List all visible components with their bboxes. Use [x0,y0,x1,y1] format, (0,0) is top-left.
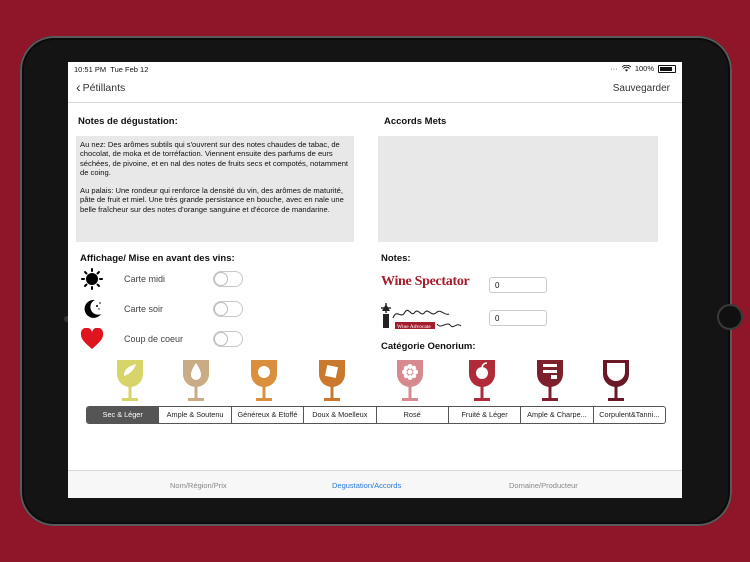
segment-4[interactable]: Rosé [377,407,449,423]
glass-doux-moelleux-icon[interactable] [316,358,348,402]
signal-dots-icon: ··· [610,64,618,73]
glass-ample-charpente-icon[interactable] [534,358,566,402]
svg-text:Wine Advocate: Wine Advocate [397,324,431,330]
display-title: Affichage/ Mise en avant des vins: [80,253,235,264]
navigation-bar: ‹ Pétillants Sauvegarder [68,76,682,103]
carte-midi-toggle[interactable] [213,271,243,287]
toggle-row-carte-midi: Carte midi [80,268,250,290]
notes-title: Notes: [381,253,411,264]
back-label: Pétillants [82,82,126,94]
tasting-notes-field[interactable]: Au nez: Des arômes subtils qui s'ouvrent… [76,136,354,242]
status-right: ··· 100% [610,64,676,73]
tab-bar: Nom/Région/Prix Degustation/Accords Doma… [68,470,682,498]
tab-domaine-producteur[interactable]: Domaine/Producteur [509,481,578,490]
coup-de-coeur-toggle[interactable] [213,331,243,347]
glass-genereux-etoffe-icon[interactable] [248,358,280,402]
status-time: 10:51 PM Tue Feb 12 [74,65,149,74]
chevron-left-icon: ‹ [76,79,81,95]
carte-soir-toggle[interactable] [213,301,243,317]
back-button[interactable]: ‹ Pétillants [76,79,126,95]
status-bar: 10:51 PM Tue Feb 12 ··· 100% [68,62,682,76]
wifi-icon [621,65,631,72]
categorie-title: Catégorie Oenorium: [381,341,476,352]
save-button[interactable]: Sauvegarder [613,83,670,94]
categorie-segmented-control: Sec & Léger Ample & Soutenu Généreux & Eto… [86,406,666,424]
segment-2[interactable]: Généreux & Etoffé [232,407,305,423]
glass-sec-leger-icon[interactable] [114,358,146,402]
toggle-row-coup-de-coeur: Coup de coeur [80,328,250,350]
wine-advocate-score-input[interactable] [489,310,547,326]
battery-icon [658,64,676,73]
home-button[interactable] [717,304,743,330]
moon-icon [84,299,101,318]
carte-midi-label: Carte midi [124,274,166,284]
segment-1[interactable]: Ample & Soutenu [159,407,232,423]
toggle-row-carte-soir: Carte soir [80,298,250,320]
tab-degustation-accords[interactable]: Degustation/Accords [332,481,401,490]
glass-corpulent-tannique-icon[interactable] [600,358,632,402]
app-screen: 10:51 PM Tue Feb 12 ··· 100% ‹ Pétillant… [68,62,682,498]
tasting-notes-title: Notes de dégustation: [78,116,178,127]
segment-5[interactable]: Fruité & Léger [449,407,522,423]
nose-text: Au nez: Des arômes subtils qui s'ouvrent… [80,140,349,177]
carte-soir-label: Carte soir [124,304,164,314]
glass-fruite-leger-icon[interactable] [466,358,498,402]
tab-nom-region-prix[interactable]: Nom/Région/Prix [170,481,227,490]
sun-icon [81,268,103,290]
battery-percent: 100% [634,64,654,73]
wine-spectator-score-input[interactable] [489,277,547,293]
coup-de-coeur-label: Coup de coeur [124,334,184,344]
accords-title: Accords Mets [384,116,447,127]
segment-3[interactable]: Doux & Moelleux [304,407,377,423]
palate-text: Au palais: Une rondeur qui renforce la d… [80,186,344,214]
robert-parker-logo: Wine Advocate [381,303,462,330]
heart-icon [80,328,104,349]
glass-ample-soutenu-icon[interactable] [180,358,212,402]
wine-spectator-logo: Wine Spectator [381,274,470,289]
segment-7[interactable]: Corpulent&Tanni... [594,407,665,423]
segment-0[interactable]: Sec & Léger [87,407,160,423]
segment-6[interactable]: Ample & Charpe... [521,407,594,423]
glass-rose-icon[interactable] [394,358,426,402]
accords-field[interactable] [378,136,658,242]
wine-glass-row [68,358,682,402]
